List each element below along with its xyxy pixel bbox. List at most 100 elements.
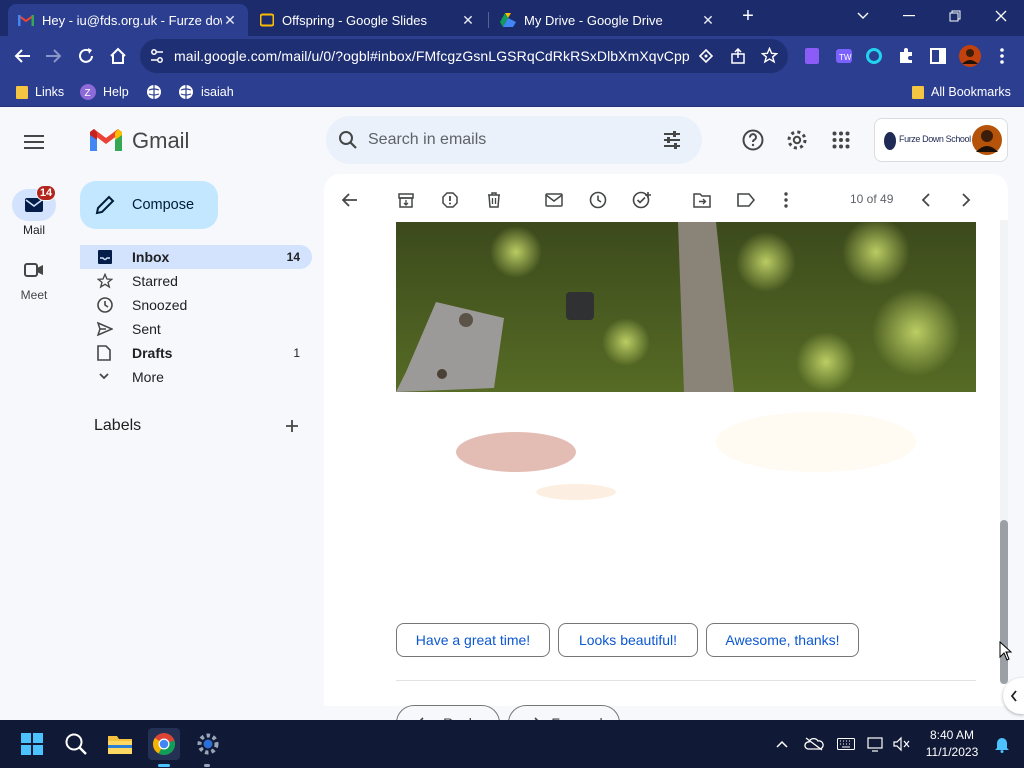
pagination-text: 10 of 49 bbox=[850, 192, 894, 206]
bookmark-help[interactable]: Z Help bbox=[80, 82, 129, 102]
running-app-indicator bbox=[204, 764, 210, 767]
settings-taskbar-icon[interactable] bbox=[192, 728, 224, 760]
add-label-icon[interactable] bbox=[284, 418, 300, 434]
tab-search-icon[interactable] bbox=[840, 0, 886, 32]
bookmark-links[interactable]: Links bbox=[16, 82, 64, 102]
settings-gear-icon[interactable] bbox=[786, 129, 808, 151]
side-panel-icon[interactable] bbox=[924, 42, 952, 70]
keyboard-icon[interactable] bbox=[830, 728, 862, 760]
chevron-left-icon bbox=[1010, 690, 1018, 702]
close-window-icon[interactable] bbox=[978, 0, 1024, 32]
tab-close-icon[interactable]: ✕ bbox=[460, 12, 476, 29]
tab-gmail[interactable]: Hey - iu@fds.org.uk - Furze down ✕ bbox=[8, 4, 248, 36]
bookmark-isaiah[interactable]: isaiah bbox=[178, 82, 234, 102]
meet-video-icon[interactable] bbox=[24, 262, 44, 278]
tab-title: My Drive - Google Drive bbox=[524, 12, 663, 28]
nav-item-drafts[interactable]: Drafts 1 bbox=[80, 341, 312, 365]
file-explorer-icon[interactable] bbox=[104, 728, 136, 760]
report-spam-icon[interactable] bbox=[434, 184, 466, 216]
tab-close-icon[interactable]: ✕ bbox=[700, 12, 716, 29]
clock-date[interactable]: 11/1/2023 bbox=[922, 745, 982, 759]
forward-icon[interactable] bbox=[40, 42, 68, 70]
extensions-puzzle-icon[interactable] bbox=[892, 42, 920, 70]
volume-muted-icon[interactable] bbox=[886, 728, 918, 760]
google-apps-icon[interactable] bbox=[832, 131, 850, 149]
tab-drive[interactable]: My Drive - Google Drive ✕ bbox=[490, 4, 726, 36]
globe-icon bbox=[178, 84, 194, 100]
clock-icon bbox=[97, 297, 113, 313]
tab-slides[interactable]: Offspring - Google Slides ✕ bbox=[250, 4, 486, 36]
compose-button[interactable]: Compose bbox=[80, 181, 218, 229]
nav-item-snoozed[interactable]: Snoozed bbox=[80, 293, 312, 317]
new-tab-icon[interactable]: + bbox=[734, 0, 762, 32]
search-input[interactable]: Search in emails bbox=[368, 131, 486, 149]
nav-label: Drafts bbox=[132, 345, 173, 361]
slides-favicon-icon bbox=[260, 13, 274, 27]
nav-label: Inbox bbox=[132, 249, 170, 265]
smart-reply-chip[interactable]: Looks beautiful! bbox=[558, 623, 698, 657]
label-tag-icon[interactable] bbox=[730, 184, 762, 216]
chrome-menu-icon[interactable] bbox=[988, 42, 1016, 70]
start-windows-icon[interactable] bbox=[16, 728, 48, 760]
school-logo-icon bbox=[883, 131, 897, 151]
share-icon[interactable] bbox=[730, 48, 746, 64]
chrome-taskbar-icon[interactable] bbox=[148, 728, 180, 760]
profile-avatar[interactable] bbox=[956, 42, 984, 70]
back-to-inbox-icon[interactable] bbox=[334, 184, 366, 216]
snooze-icon[interactable] bbox=[582, 184, 614, 216]
email-photo[interactable] bbox=[396, 222, 976, 516]
address-bar[interactable]: mail.google.com/mail/u/0/?ogbl#inbox/FMf… bbox=[140, 39, 788, 73]
extension-purple-icon[interactable] bbox=[798, 42, 826, 70]
search-options-icon[interactable] bbox=[662, 130, 682, 150]
older-chevron-right-icon[interactable] bbox=[950, 184, 982, 216]
smart-reply-chip[interactable]: Awesome, thanks! bbox=[706, 623, 859, 657]
notification-bell-icon[interactable] bbox=[986, 728, 1018, 760]
smart-reply-chip[interactable]: Have a great time! bbox=[396, 623, 550, 657]
newer-chevron-left-icon[interactable] bbox=[910, 184, 942, 216]
bookmark-label: Links bbox=[35, 85, 65, 99]
lens-icon[interactable] bbox=[698, 48, 714, 64]
taskbar-search-icon[interactable] bbox=[60, 728, 92, 760]
gmail-favicon-icon bbox=[18, 14, 34, 26]
account-switcher[interactable]: Furze Down School bbox=[874, 118, 1008, 162]
more-options-icon[interactable] bbox=[770, 184, 802, 216]
extension-teams-icon[interactable]: TW bbox=[830, 42, 858, 70]
minimize-icon[interactable] bbox=[886, 0, 932, 32]
mark-unread-icon[interactable] bbox=[538, 184, 570, 216]
home-icon[interactable] bbox=[104, 42, 132, 70]
search-bar[interactable]: Search in emails bbox=[326, 116, 702, 164]
onedrive-offline-icon[interactable] bbox=[798, 728, 830, 760]
star-icon bbox=[97, 273, 113, 289]
nav-item-inbox[interactable]: Inbox 14 bbox=[80, 245, 312, 269]
extension-circle-icon[interactable] bbox=[860, 42, 888, 70]
nav-item-sent[interactable]: Sent bbox=[80, 317, 312, 341]
archive-icon[interactable] bbox=[390, 184, 422, 216]
nav-label: Starred bbox=[132, 273, 178, 289]
search-icon[interactable] bbox=[338, 130, 358, 150]
bookmark-star-icon[interactable] bbox=[761, 47, 778, 64]
restore-icon[interactable] bbox=[932, 0, 978, 32]
clock-time[interactable]: 8:40 AM bbox=[922, 728, 982, 742]
rail-meet-label[interactable]: Meet bbox=[0, 288, 68, 302]
add-to-tasks-icon[interactable] bbox=[626, 184, 658, 216]
nav-count: 14 bbox=[286, 250, 300, 264]
support-icon[interactable] bbox=[742, 129, 764, 151]
bookmarks-bar: Links Z Help isaiah All Bookmarks bbox=[0, 76, 1024, 107]
move-to-icon[interactable] bbox=[686, 184, 718, 216]
site-info-icon[interactable] bbox=[150, 48, 164, 64]
scrollbar-track[interactable] bbox=[1000, 220, 1008, 684]
delete-icon[interactable] bbox=[478, 184, 510, 216]
back-icon[interactable] bbox=[8, 42, 36, 70]
bookmark-globe[interactable] bbox=[146, 82, 162, 102]
tab-close-icon[interactable]: ✕ bbox=[222, 12, 238, 29]
tab-title: Offspring - Google Slides bbox=[282, 12, 427, 28]
nav-item-starred[interactable]: Starred bbox=[80, 269, 312, 293]
nav-label: Snoozed bbox=[132, 297, 188, 313]
mouse-cursor-icon bbox=[999, 641, 1012, 661]
nav-item-more[interactable]: More bbox=[80, 365, 312, 389]
show-hidden-icons-icon[interactable] bbox=[766, 728, 798, 760]
reload-icon[interactable] bbox=[72, 42, 100, 70]
nav-label: Sent bbox=[132, 321, 161, 337]
rail-mail-button[interactable]: 14 bbox=[12, 185, 56, 221]
all-bookmarks[interactable]: All Bookmarks bbox=[912, 82, 1011, 102]
